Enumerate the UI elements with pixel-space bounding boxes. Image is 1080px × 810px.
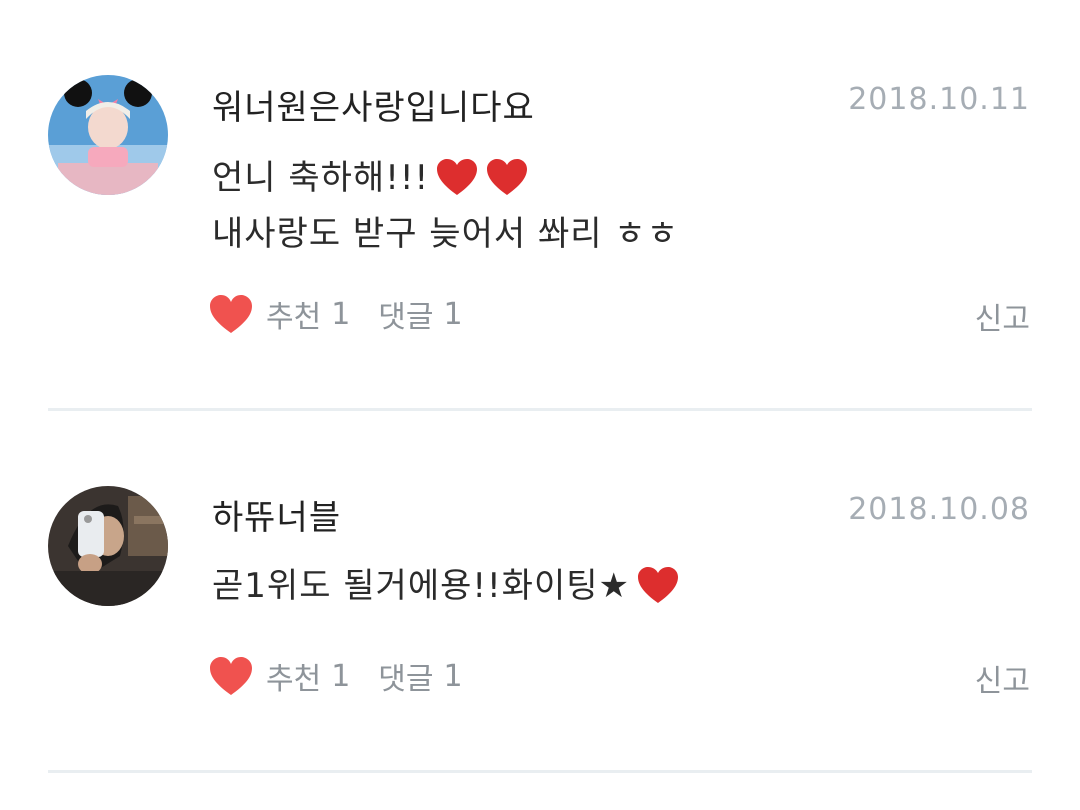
user-avatar-photo <box>48 75 168 195</box>
user-avatar-photo <box>48 486 168 606</box>
report-button[interactable]: 신고 <box>975 656 1030 700</box>
comment-divider <box>48 770 1032 773</box>
like-button[interactable]: 추천 <box>266 654 321 698</box>
like-count: 1 <box>331 296 351 332</box>
red-heart-emoji-icon <box>636 565 680 605</box>
comment-author[interactable]: 하뜌너블 <box>212 490 341 539</box>
comment-text-line: 곧1위도 될거에용!!화이팅★ <box>212 558 972 614</box>
comment-item: 워너원은사랑입니다요 2018.10.11 언니 축하해!!! 내사랑도 받구 … <box>0 0 1080 412</box>
comment-text-line-2: 내사랑도 받구 늦어서 쏴리 ㅎㅎ <box>212 214 679 254</box>
reply-button[interactable]: 댓글 <box>378 292 433 336</box>
heart-icon[interactable] <box>208 293 254 335</box>
reply-button[interactable]: 댓글 <box>378 654 433 698</box>
red-heart-emoji-icon <box>435 157 479 197</box>
reply-count: 1 <box>443 658 463 694</box>
user-avatar[interactable] <box>48 75 168 195</box>
comment-date: 2018.10.11 <box>848 82 1030 117</box>
reply-count: 1 <box>443 296 463 332</box>
heart-icon[interactable] <box>208 655 254 697</box>
comment-text: 언니 축하해!!! 내사랑도 받구 늦어서 쏴리 ㅎㅎ <box>212 150 972 262</box>
comment-text-line: 언니 축하해!!! <box>212 150 972 206</box>
comment-text-line-1: 언니 축하해!!! <box>212 158 430 198</box>
like-count: 1 <box>331 658 351 694</box>
red-heart-emoji-icon <box>485 157 529 197</box>
comment-item: 하뜌너블 2018.10.08 곧1위도 될거에용!!화이팅★ 추천 1 댓글 … <box>0 412 1080 774</box>
like-button[interactable]: 추천 <box>266 292 321 336</box>
comment-text: 곧1위도 될거에용!!화이팅★ <box>212 558 972 614</box>
comment-actions: 추천 1 댓글 1 <box>208 290 463 338</box>
comment-actions: 추천 1 댓글 1 <box>208 652 463 700</box>
comment-divider <box>48 408 1032 411</box>
comment-author[interactable]: 워너원은사랑입니다요 <box>212 80 535 129</box>
report-button[interactable]: 신고 <box>975 294 1030 338</box>
user-avatar[interactable] <box>48 486 168 606</box>
comment-text-line-1: 곧1위도 될거에용!!화이팅★ <box>212 566 630 606</box>
comment-date: 2018.10.08 <box>848 492 1030 527</box>
